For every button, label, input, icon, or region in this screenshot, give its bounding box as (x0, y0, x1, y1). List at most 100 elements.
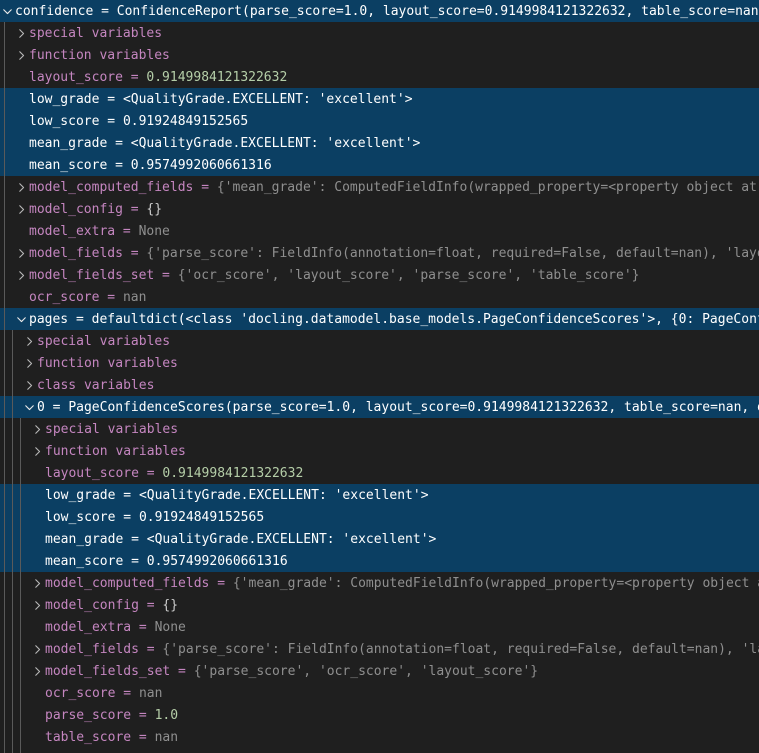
variable-row[interactable]: parse_score = 1.0 (0, 704, 759, 726)
variable-name: ocr_score (45, 686, 115, 701)
variable-row[interactable]: model_fields_set = {'ocr_score', 'layout… (0, 264, 759, 286)
variable-row[interactable]: model_computed_fields = {'mean_grade': C… (0, 176, 759, 198)
tree-section-row[interactable]: special variables (0, 330, 759, 352)
variables-tree: confidence = ConfidenceReport(parse_scor… (0, 0, 759, 748)
variable-row[interactable]: mean_grade = <QualityGrade.EXCELLENT: 'e… (0, 132, 759, 154)
variable-value: ConfidenceReport(parse_score=1.0, layout… (117, 4, 759, 19)
chevron-right-icon[interactable] (32, 578, 45, 589)
equals-sign: = (115, 510, 138, 525)
variable-row[interactable]: model_fields = {'parse_score': FieldInfo… (0, 638, 759, 660)
variable-name: low_grade (29, 92, 99, 107)
tree-section-row[interactable]: class variables (0, 374, 759, 396)
chevron-right-icon[interactable] (32, 644, 45, 655)
variable-row[interactable]: mean_score = 0.9574992060661316 (0, 550, 759, 572)
variable-value: {} (146, 202, 162, 217)
variable-row[interactable]: model_fields_set = {'parse_score', 'ocr_… (0, 660, 759, 682)
variable-row[interactable]: low_grade = <QualityGrade.EXCELLENT: 'ex… (0, 88, 759, 110)
section-label: class variables (37, 378, 154, 393)
chevron-right-icon[interactable] (16, 270, 29, 281)
variable-value: 1.0 (155, 708, 178, 723)
variable-row[interactable]: ocr_score = nan (0, 682, 759, 704)
equals-sign: = (131, 708, 154, 723)
variable-value: 0.9574992060661316 (131, 158, 272, 173)
chevron-down-icon[interactable] (2, 6, 15, 17)
variable-value: None (139, 224, 170, 239)
variable-value: {'ocr_score', 'layout_score', 'parse_sco… (178, 268, 640, 283)
section-label: special variables (45, 422, 178, 437)
variable-row[interactable]: model_computed_fields = {'mean_grade': C… (0, 572, 759, 594)
section-label: function variables (45, 444, 186, 459)
variable-row[interactable]: mean_score = 0.9574992060661316 (0, 154, 759, 176)
equals-sign: = (45, 400, 68, 415)
equals-sign: = (123, 202, 146, 217)
variable-row[interactable]: table_score = nan (0, 726, 759, 748)
variable-value: nan (139, 686, 162, 701)
variable-value: 0.9574992060661316 (147, 554, 288, 569)
tree-section-row[interactable]: function variables (0, 352, 759, 374)
tree-section-row[interactable]: special variables (0, 418, 759, 440)
equals-sign: = (107, 158, 130, 173)
chevron-right-icon[interactable] (16, 248, 29, 259)
variable-name: model_fields_set (29, 268, 154, 283)
chevron-right-icon[interactable] (16, 50, 29, 61)
equals-sign: = (115, 686, 138, 701)
variable-value: 0.9149984121322632 (146, 70, 287, 85)
chevron-right-icon[interactable] (24, 380, 37, 391)
chevron-down-icon[interactable] (24, 402, 37, 413)
variable-value: nan (155, 730, 178, 745)
variable-row[interactable]: low_score = 0.91924849152565 (0, 506, 759, 528)
chevron-down-icon[interactable] (16, 314, 29, 325)
equals-sign: = (131, 620, 154, 635)
chevron-right-icon[interactable] (24, 358, 37, 369)
variable-row[interactable]: model_extra = None (0, 220, 759, 242)
tree-section-row[interactable]: function variables (0, 440, 759, 462)
variable-row[interactable]: model_extra = None (0, 616, 759, 638)
section-label: special variables (29, 26, 162, 41)
variable-name: low_score (29, 114, 99, 129)
variable-row[interactable]: model_config = {} (0, 594, 759, 616)
variable-value: {'mean_grade': ComputedFieldInfo(wrapped… (233, 576, 759, 591)
equals-sign: = (123, 70, 146, 85)
chevron-right-icon[interactable] (16, 182, 29, 193)
equals-sign: = (99, 290, 122, 305)
variable-value: <QualityGrade.EXCELLENT: 'excellent'> (131, 136, 421, 151)
tree-section-row[interactable]: special variables (0, 22, 759, 44)
chevron-right-icon[interactable] (32, 600, 45, 611)
tree-section-row[interactable]: function variables (0, 44, 759, 66)
chevron-right-icon[interactable] (16, 28, 29, 39)
variable-name: model_config (45, 598, 139, 613)
variable-row[interactable]: model_config = {} (0, 198, 759, 220)
equals-sign: = (93, 4, 116, 19)
variable-name: pages (29, 312, 68, 327)
equals-sign: = (170, 664, 193, 679)
variable-name: parse_score (45, 708, 131, 723)
equals-sign: = (139, 642, 162, 657)
variable-name: model_extra (29, 224, 115, 239)
chevron-right-icon[interactable] (32, 424, 45, 435)
chevron-right-icon[interactable] (16, 204, 29, 215)
variable-row[interactable]: pages = defaultdict(<class 'docling.data… (0, 308, 759, 330)
variable-row[interactable]: confidence = ConfidenceReport(parse_scor… (0, 0, 759, 22)
chevron-right-icon[interactable] (32, 446, 45, 457)
variable-value: {'parse_score': FieldInfo(annotation=flo… (162, 642, 759, 657)
equals-sign: = (123, 554, 146, 569)
variable-name: layout_score (45, 466, 139, 481)
chevron-right-icon[interactable] (32, 666, 45, 677)
variable-row[interactable]: model_fields = {'parse_score': FieldInfo… (0, 242, 759, 264)
variable-row[interactable]: ocr_score = nan (0, 286, 759, 308)
variable-row[interactable]: 0 = PageConfidenceScores(parse_score=1.0… (0, 396, 759, 418)
equals-sign: = (115, 224, 138, 239)
variable-name: 0 (37, 400, 45, 415)
variable-row[interactable]: mean_grade = <QualityGrade.EXCELLENT: 'e… (0, 528, 759, 550)
variable-name: mean_score (45, 554, 123, 569)
variable-row[interactable]: layout_score = 0.9149984121322632 (0, 462, 759, 484)
equals-sign: = (123, 246, 146, 261)
variable-value: <QualityGrade.EXCELLENT: 'excellent'> (123, 92, 413, 107)
variable-value: None (155, 620, 186, 635)
variable-name: low_grade (45, 488, 115, 503)
variable-row[interactable]: layout_score = 0.9149984121322632 (0, 66, 759, 88)
variable-value: nan (123, 290, 146, 305)
chevron-right-icon[interactable] (24, 336, 37, 347)
variable-row[interactable]: low_grade = <QualityGrade.EXCELLENT: 'ex… (0, 484, 759, 506)
variable-row[interactable]: low_score = 0.91924849152565 (0, 110, 759, 132)
